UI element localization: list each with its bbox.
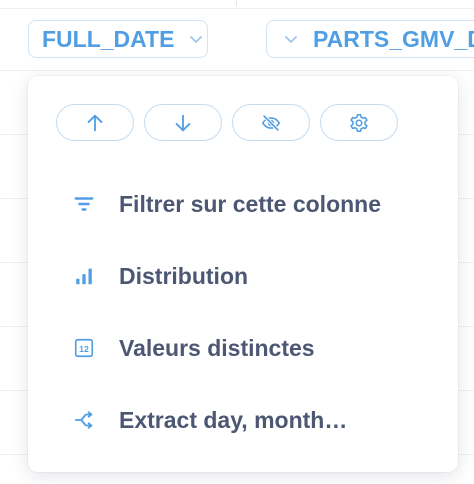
arrow-up-icon [87, 114, 103, 131]
header-row-border [0, 70, 474, 71]
calendar-12-text: 12 [79, 344, 89, 354]
quick-actions-row [56, 104, 398, 141]
arrow-down-icon [175, 114, 191, 131]
menu-item-distinct-values[interactable]: 12 Valeurs distinctes [28, 312, 458, 384]
chevron-down-icon [190, 36, 203, 43]
gear-icon [350, 113, 368, 132]
column-header-label: PARTS_GMV_DA [313, 25, 474, 52]
menu-item-label: Extract day, month… [119, 406, 348, 433]
column-header-label: FULL_DATE [42, 25, 175, 52]
column-settings-button[interactable] [320, 104, 398, 141]
hide-column-button[interactable] [232, 104, 310, 141]
bar-chart-icon [76, 268, 92, 285]
menu-item-label: Valeurs distinctes [119, 334, 315, 361]
table-view: FULL_DATE PARTS_GMV_DA [0, 0, 474, 484]
column-header-parts-gmv[interactable]: PARTS_GMV_DA [266, 20, 474, 58]
menu-item-extract[interactable]: Extract day, month… [28, 384, 458, 456]
column-divider [236, 0, 237, 6]
menu-item-filter[interactable]: Filtrer sur cette colonne [28, 168, 458, 240]
filter-icon [74, 197, 94, 211]
menu-item-label: Filtrer sur cette colonne [119, 190, 382, 217]
column-header-full-date[interactable]: FULL_DATE [28, 20, 208, 58]
column-actions-popover: Filtrer sur cette colonne Distribution 1… [28, 76, 458, 472]
menu-item-label: Distribution [119, 262, 249, 289]
chevron-down-icon [285, 36, 297, 43]
calendar-12-icon: 12 [74, 338, 94, 358]
sort-ascending-button[interactable] [56, 104, 134, 141]
sort-descending-button[interactable] [144, 104, 222, 141]
menu-item-distribution[interactable]: Distribution [28, 240, 458, 312]
extract-icon [74, 411, 93, 429]
column-actions-menu: Filtrer sur cette colonne Distribution 1… [28, 168, 458, 456]
table-top-border [0, 8, 474, 9]
eye-off-icon [261, 113, 281, 132]
